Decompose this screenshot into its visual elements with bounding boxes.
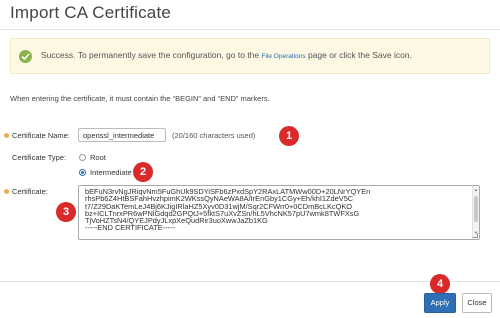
certificate-line: -----END CERTIFICATE----- xyxy=(85,223,176,233)
textarea-scrollbar[interactable]: ▲ ▼ xyxy=(472,186,479,239)
radio-root-label[interactable]: Root xyxy=(90,153,106,162)
required-indicator-name xyxy=(4,133,9,138)
step-badge-2: 2 xyxy=(133,162,153,182)
certificate-name-input[interactable]: openssl_intermediate xyxy=(78,128,166,142)
radio-intermediate-label[interactable]: Intermediate xyxy=(90,168,132,177)
certificate-label: Certificate: xyxy=(12,187,48,196)
scroll-up-icon[interactable]: ▲ xyxy=(474,187,478,192)
certificate-type-label: Certificate Type: xyxy=(12,153,67,162)
alert-text-after: page or click the Save icon. xyxy=(305,50,412,60)
scrollbar-thumb[interactable] xyxy=(474,196,478,222)
file-operations-link[interactable]: File Operations xyxy=(262,53,306,60)
header-divider xyxy=(0,29,500,30)
character-count: (20/160 characters used) xyxy=(172,131,256,140)
certificate-textarea[interactable]: bEFuN3rvNgJRiqvNm5FuGhUk9SDYiSFb6zPxdSpY… xyxy=(78,185,480,240)
step-badge-3: 3 xyxy=(56,202,76,222)
footer-divider xyxy=(0,281,500,282)
radio-root[interactable] xyxy=(79,154,86,161)
check-circle-icon xyxy=(19,50,32,63)
certificate-content: bEFuN3rvNgJRiqvNm5FuGhUk9SDYiSFb6zPxdSpY… xyxy=(85,188,370,232)
alert-message: Success. To permanently save the configu… xyxy=(41,50,412,60)
radio-intermediate[interactable] xyxy=(79,169,86,176)
step-badge-1: 1 xyxy=(279,126,299,146)
close-button[interactable]: Close xyxy=(462,293,492,313)
certificate-name-label: Certificate Name: xyxy=(12,131,70,140)
success-alert: Success. To permanently save the configu… xyxy=(10,38,490,74)
dialog-title: Import CA Certificate xyxy=(10,3,172,22)
apply-button[interactable]: Apply xyxy=(424,293,456,313)
required-indicator-certificate xyxy=(4,189,9,194)
marker-hint: When entering the certificate, it must c… xyxy=(10,94,270,103)
resize-grip-icon[interactable] xyxy=(473,233,478,238)
alert-text-before: Success. To permanently save the configu… xyxy=(41,50,262,60)
step-badge-4: 4 xyxy=(430,274,450,294)
